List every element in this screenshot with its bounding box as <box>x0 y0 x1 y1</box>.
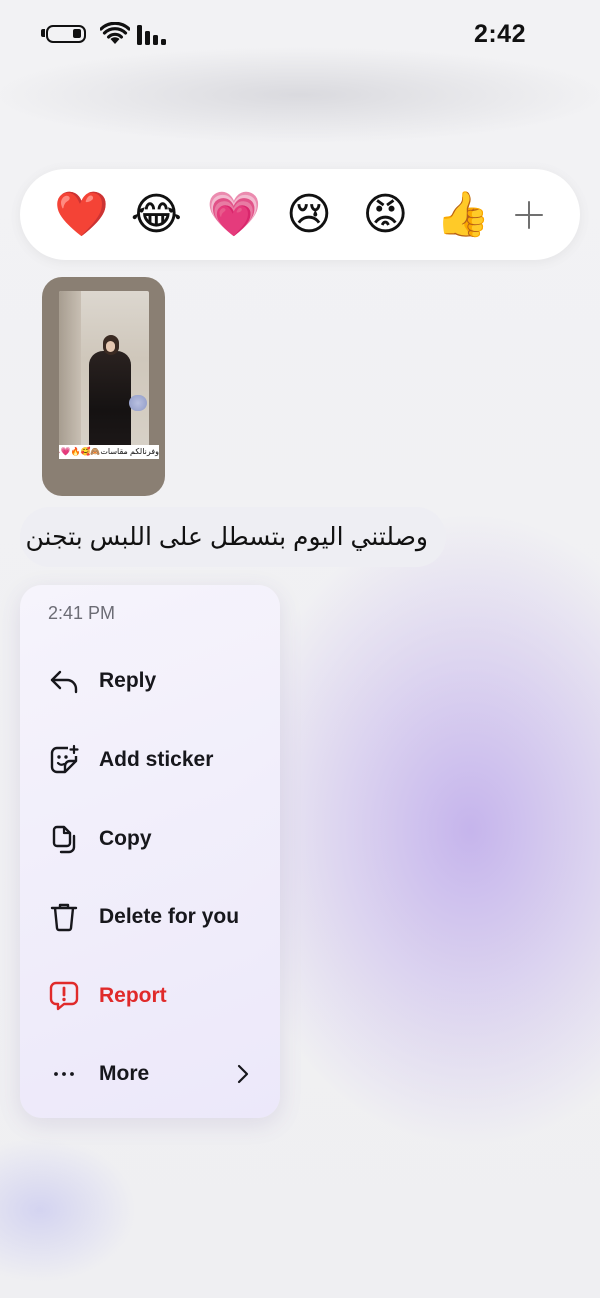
menu-item-label: Add sticker <box>99 748 214 771</box>
story-image <box>59 291 149 459</box>
battery-nub <box>41 29 45 37</box>
battery-icon <box>46 25 86 43</box>
menu-item-label: Reply <box>99 669 157 692</box>
story-thumbnail[interactable]: وفرنالكم مقاسات🙈🥰🔥💗🍫 <box>42 277 165 496</box>
reaction-bar: ❤️ 😂 💗 😢 😡 👍 <box>20 169 580 260</box>
message-bubble[interactable]: وصلتني اليوم بتسطل على اللبس بتجنن <box>20 507 446 567</box>
menu-item-reply[interactable]: Reply <box>20 653 280 709</box>
menu-item-label: More <box>99 1062 150 1085</box>
copy-icon <box>52 825 76 854</box>
reaction-tears-of-joy[interactable]: 😂 <box>130 190 182 239</box>
reaction-growing-heart[interactable]: 💗 <box>207 190 262 239</box>
menu-item-add-sticker[interactable]: Add sticker <box>20 732 280 788</box>
trash-icon <box>50 903 78 932</box>
story-face <box>106 341 115 352</box>
menu-item-more[interactable]: More <box>20 1046 280 1102</box>
report-icon <box>49 981 79 1011</box>
sticker-icon <box>50 744 79 774</box>
menu-item-delete-for-you[interactable]: Delete for you <box>20 889 280 945</box>
menu-timestamp: 2:41 PM <box>48 603 116 623</box>
story-curtain <box>59 291 81 459</box>
plus-icon[interactable] <box>512 198 546 232</box>
menu-item-label: Delete for you <box>99 905 240 928</box>
story-caption: وفرنالكم مقاسات🙈🥰🔥💗🍫 <box>59 445 159 459</box>
message-text: وصلتني اليوم بتسطل على اللبس بتجنن <box>25 523 428 551</box>
reaction-angry-face[interactable]: 😡 <box>359 190 411 239</box>
story-flowers <box>129 395 147 411</box>
reaction-crying-face[interactable]: 😢 <box>283 190 335 239</box>
menu-item-label: Copy <box>99 827 152 850</box>
story-figure <box>89 351 131 451</box>
message-context-menu: 2:41 PM Reply Add sticker Copy Delete fo… <box>20 585 280 1118</box>
reaction-thumbs-up[interactable]: 👍 <box>436 190 491 239</box>
status-time: 2:42 <box>473 20 526 48</box>
status-bar: 2:42 <box>0 0 600 70</box>
reply-icon <box>50 670 78 694</box>
chevron-right-icon <box>237 1064 249 1084</box>
menu-item-label: Report <box>99 984 167 1007</box>
reaction-red-heart[interactable]: ❤️ <box>54 190 109 239</box>
more-icon <box>54 1072 74 1076</box>
menu-item-report[interactable]: Report <box>20 968 280 1024</box>
signal-icon <box>137 25 166 45</box>
wifi-icon <box>100 22 130 44</box>
menu-item-copy[interactable]: Copy <box>20 811 280 867</box>
